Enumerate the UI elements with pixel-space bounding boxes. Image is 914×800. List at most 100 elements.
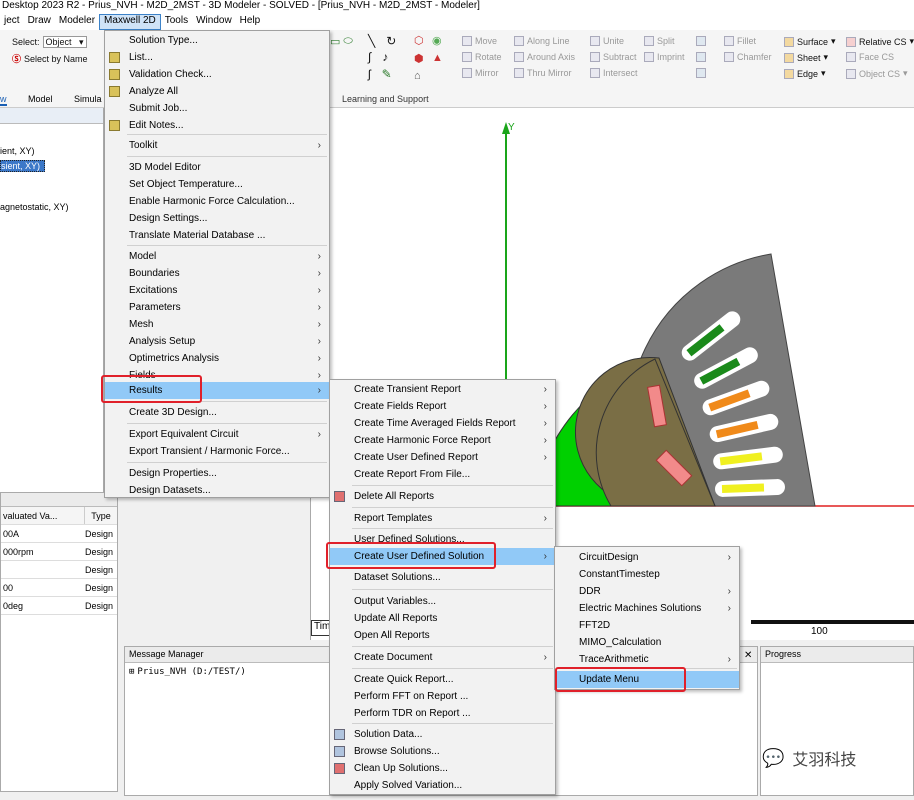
menu-item-tracearithmetic[interactable]: TraceArithmetic ›	[555, 651, 739, 668]
sheet-button[interactable]: Sheet ▾	[784, 52, 828, 63]
menu-item-translate-material-database[interactable]: Translate Material Database ...	[105, 227, 329, 244]
face-cs-button[interactable]: Face CS	[846, 52, 894, 62]
menu-item-list[interactable]: List...	[105, 49, 329, 66]
menu-item-create-3d-design[interactable]: Create 3D Design...	[105, 404, 329, 421]
cone-icon[interactable]: ▲	[432, 52, 443, 64]
move-button[interactable]: Move	[462, 36, 497, 46]
object-cs-button[interactable]: Object CS ▾	[846, 68, 908, 79]
tab-simulation[interactable]: Simula	[74, 94, 102, 104]
along-line-button[interactable]: Along Line	[514, 36, 570, 46]
menu-item-create-document[interactable]: Create Document ›	[330, 649, 555, 666]
table-row[interactable]: 00A Design	[1, 525, 117, 543]
menu-item-mesh[interactable]: Mesh ›	[105, 316, 329, 333]
menu-item-browse-solutions[interactable]: Browse Solutions...	[330, 743, 555, 760]
menu-item-create-transient-report[interactable]: Create Transient Report ›	[330, 381, 555, 398]
unite-button[interactable]: Unite	[590, 36, 624, 46]
draw-spline-icon[interactable]: ∫	[368, 50, 371, 64]
menu-item-constanttimestep[interactable]: ConstantTimestep	[555, 566, 739, 583]
menu-item-create-fields-report[interactable]: Create Fields Report ›	[330, 398, 555, 415]
menu-item-create-report-from-file[interactable]: Create Report From File...	[330, 466, 555, 483]
menu-item-report-templates[interactable]: Report Templates ›	[330, 510, 555, 527]
menu-item-create-user-defined-report[interactable]: Create User Defined Report ›	[330, 449, 555, 466]
menu-modeler[interactable]: Modeler	[55, 14, 99, 30]
plane-icon[interactable]: ⌂	[414, 70, 421, 82]
mirror-button[interactable]: Mirror	[462, 68, 499, 78]
relative-cs-button[interactable]: Relative CS ▾	[846, 36, 914, 47]
menu-item-update-menu[interactable]: Update Menu	[555, 671, 739, 688]
table-row[interactable]: 000rpm Design	[1, 543, 117, 561]
select-by-name-button[interactable]: Ⓢ Select by Name	[12, 52, 88, 65]
menu-item-perform-tdr-on-report[interactable]: Perform TDR on Report ...	[330, 705, 555, 722]
menu-item-dataset-solutions[interactable]: Dataset Solutions...	[330, 569, 555, 586]
chamfer-button[interactable]: Chamfer	[724, 52, 772, 62]
tree-item-1[interactable]: ient, XY)	[0, 146, 35, 156]
menu-item-create-harmonic-force-report[interactable]: Create Harmonic Force Report ›	[330, 432, 555, 449]
menu-item-export-transient-harmonic-force[interactable]: Export Transient / Harmonic Force...	[105, 443, 329, 460]
view-icon-1[interactable]	[696, 36, 706, 46]
menu-item-toolkit[interactable]: Toolkit ›	[105, 137, 329, 154]
expand-icon[interactable]: ⊞	[129, 667, 134, 677]
menu-item-design-properties[interactable]: Design Properties...	[105, 465, 329, 482]
draw-curve-icon[interactable]: ʃ	[368, 67, 371, 81]
intersect-button[interactable]: Intersect	[590, 68, 638, 78]
select-dropdown[interactable]: Object ▾	[42, 36, 87, 48]
menu-window[interactable]: Window	[192, 14, 236, 30]
draw-equation-icon[interactable]: ♪	[382, 50, 388, 64]
message-item[interactable]: ⊞ Prius_NVH (D:/TEST/)	[129, 667, 246, 677]
draw-line-icon[interactable]: ╲	[368, 34, 375, 48]
menu-item-mimo-calculation[interactable]: MIMO_Calculation	[555, 634, 739, 651]
close-icon[interactable]: ✕	[744, 650, 752, 661]
menu-item-enable-harmonic-force-calculation[interactable]: Enable Harmonic Force Calculation...	[105, 193, 329, 210]
menu-item-delete-all-reports[interactable]: Delete All Reports	[330, 488, 555, 505]
menu-item-set-object-temperature[interactable]: Set Object Temperature...	[105, 176, 329, 193]
draw-ellipse-icon[interactable]: ⬭	[343, 35, 352, 48]
menu-item-clean-up-solutions[interactable]: Clean Up Solutions...	[330, 760, 555, 777]
menu-help[interactable]: Help	[236, 14, 265, 30]
view-icon-2[interactable]	[696, 52, 706, 62]
menu-item-electric-machines-solutions[interactable]: Electric Machines Solutions ›	[555, 600, 739, 617]
menu-item-analyze-all[interactable]: Analyze All	[105, 83, 329, 100]
draw-point-icon[interactable]: ✎	[382, 67, 392, 81]
menu-item-update-all-reports[interactable]: Update All Reports	[330, 610, 555, 627]
menu-item-open-all-reports[interactable]: Open All Reports	[330, 627, 555, 644]
menu-item-create-user-defined-solution[interactable]: Create User Defined Solution ›	[330, 548, 555, 565]
table-row[interactable]: 0deg Design	[1, 597, 117, 615]
draw-rectangle-icon[interactable]: ▭	[330, 35, 340, 48]
menu-item-design-settings[interactable]: Design Settings...	[105, 210, 329, 227]
menu-item-analysis-setup[interactable]: Analysis Setup ›	[105, 333, 329, 350]
table-row[interactable]: 00 Design	[1, 579, 117, 597]
around-axis-button[interactable]: Around Axis	[514, 52, 575, 62]
menu-item-fft2d[interactable]: FFT2D	[555, 617, 739, 634]
menu-item-excitations[interactable]: Excitations ›	[105, 282, 329, 299]
menu-item-boundaries[interactable]: Boundaries ›	[105, 265, 329, 282]
menu-item-design-datasets[interactable]: Design Datasets...	[105, 482, 329, 499]
menu-maxwell-2d[interactable]: Maxwell 2D	[99, 14, 161, 30]
cylinder-icon[interactable]: ◉	[432, 34, 442, 47]
menu-item-optimetrics-analysis[interactable]: Optimetrics Analysis ›	[105, 350, 329, 367]
menu-item-3d-model-editor[interactable]: 3D Model Editor	[105, 159, 329, 176]
menu-project[interactable]: ject	[0, 14, 24, 30]
surface-button[interactable]: Surface ▾	[784, 36, 836, 47]
menu-item-ddr[interactable]: DDR ›	[555, 583, 739, 600]
fillet-button[interactable]: Fillet	[724, 36, 756, 46]
sphere-icon[interactable]: ⬢	[414, 52, 424, 65]
table-row[interactable]: Design	[1, 561, 117, 579]
menu-item-apply-solved-variation[interactable]: Apply Solved Variation...	[330, 777, 555, 794]
menu-item-perform-fft-on-report[interactable]: Perform FFT on Report ...	[330, 688, 555, 705]
menu-item-parameters[interactable]: Parameters ›	[105, 299, 329, 316]
menu-tools[interactable]: Tools	[161, 14, 192, 30]
menu-item-solution-data[interactable]: Solution Data...	[330, 726, 555, 743]
menu-item-validation-check[interactable]: Validation Check...	[105, 66, 329, 83]
rotate-button[interactable]: Rotate	[462, 52, 502, 62]
subtract-button[interactable]: Subtract	[590, 52, 637, 62]
menu-item-solution-type[interactable]: Solution Type...	[105, 32, 329, 49]
tab-model[interactable]: Model	[28, 94, 53, 104]
thru-mirror-button[interactable]: Thru Mirror	[514, 68, 572, 78]
menu-item-output-variables[interactable]: Output Variables...	[330, 593, 555, 610]
view-icon-3[interactable]	[696, 68, 706, 78]
menu-item-results[interactable]: Results ›	[105, 382, 329, 399]
menu-item-export-equivalent-circuit[interactable]: Export Equivalent Circuit ›	[105, 426, 329, 443]
split-button[interactable]: Split	[644, 36, 675, 46]
tab-view[interactable]: w	[0, 94, 7, 106]
draw-arc-icon[interactable]: ↻	[386, 34, 396, 48]
